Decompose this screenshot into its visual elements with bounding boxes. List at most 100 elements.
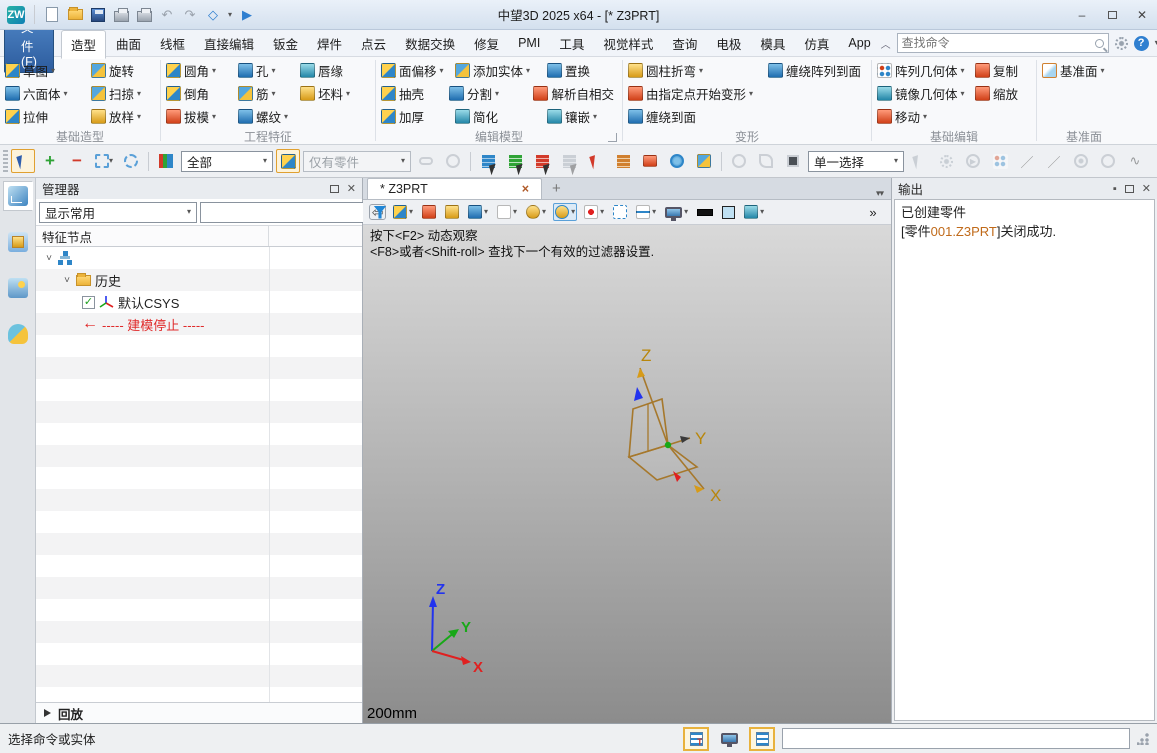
line2-snap-button[interactable]: ／ <box>1042 149 1066 173</box>
scope-toggle-button[interactable] <box>276 149 300 173</box>
deform-from-point-button[interactable]: 由指定点开始变形 ▾ <box>626 84 766 103</box>
column-feature-node[interactable]: 特征节点 <box>36 226 269 246</box>
manager-tab-button[interactable] <box>2 181 33 211</box>
default-csys-graphic[interactable]: Z Y X <box>593 345 773 530</box>
pointer-ghost-button[interactable] <box>907 149 931 173</box>
pointer-red-button[interactable] <box>584 149 608 173</box>
display-mode-button[interactable]: ▾ <box>663 205 690 221</box>
gear-icon[interactable] <box>1114 36 1128 50</box>
batch-print-button[interactable] <box>136 7 152 23</box>
tree-csys-row[interactable]: ✓ 默认CSYS <box>36 291 362 313</box>
bulb-filter-button[interactable] <box>441 149 465 173</box>
stock-button[interactable]: 坯料 ▾ <box>298 84 352 103</box>
run-button[interactable]: ▶ <box>239 7 255 23</box>
zoom-region-button[interactable]: ▾ <box>553 203 578 221</box>
tab-repair[interactable]: 修复 <box>465 30 508 57</box>
lasso-select-button[interactable] <box>119 149 143 173</box>
lip-button[interactable]: 唇缘 <box>298 61 348 80</box>
shell-button[interactable]: 抽壳 <box>379 84 447 103</box>
highlight-color-button[interactable] <box>720 204 737 221</box>
resolve-self-intersection-button[interactable]: 解析自相交 <box>531 84 619 103</box>
minimize-button[interactable]: – <box>1067 5 1097 25</box>
output-restore-button[interactable] <box>1124 184 1134 193</box>
pick-add-list-button[interactable] <box>503 149 530 176</box>
tree-history-row[interactable]: ˅ 历史 <box>36 269 362 291</box>
simplify-button[interactable]: 简化 <box>453 107 545 126</box>
new-file-button[interactable] <box>44 7 60 23</box>
pan-target-button[interactable]: ▾ <box>582 203 606 221</box>
tab-shape[interactable]: 造型 <box>60 29 106 59</box>
section-view-button[interactable]: ▾ <box>524 203 548 221</box>
prompt-toggle-button[interactable] <box>683 726 709 751</box>
tab-weldment[interactable]: 焊件 <box>308 30 351 57</box>
divide-button[interactable]: 分割 ▾ <box>447 84 531 103</box>
erase-button[interactable] <box>420 203 438 221</box>
tab-tools[interactable]: 工具 <box>550 30 593 57</box>
tab-app[interactable]: App <box>839 32 879 54</box>
tab-list-dropdown-icon[interactable]: ▾▾ <box>868 188 891 199</box>
assembly-tool-button[interactable] <box>692 149 716 173</box>
tab-visual-style[interactable]: 视觉样式 <box>594 30 662 57</box>
rib-button[interactable]: 筋 ▾ <box>236 84 298 103</box>
revolve-button[interactable]: 旋转 <box>89 61 139 80</box>
restore-button[interactable] <box>1097 5 1127 25</box>
scale-button[interactable]: 缩放 <box>973 84 1023 103</box>
sketch-button[interactable]: 草图 ▾ <box>3 61 89 80</box>
output-log[interactable]: 已创建零件 [零件001.Z3PRT]关闭成功. <box>894 199 1155 721</box>
pick-tool-button[interactable] <box>11 149 35 173</box>
tree-stop-row[interactable]: ← ----- 建模停止 ----- <box>36 313 362 335</box>
tab-point-cloud[interactable]: 点云 <box>352 30 395 57</box>
datum-button[interactable] <box>443 203 461 221</box>
curve-pick-button[interactable] <box>754 149 778 173</box>
spline2-snap-button[interactable]: ∿ <box>1150 149 1157 173</box>
web-resource-button[interactable] <box>665 149 689 173</box>
window-view-button[interactable] <box>611 203 629 221</box>
command-search-box[interactable] <box>896 33 1109 53</box>
caret-down-icon[interactable]: ˅ <box>62 275 72 286</box>
fillet-button[interactable]: 圆角 ▾ <box>164 61 236 80</box>
wireframe-display-button[interactable]: ▾ <box>495 203 519 221</box>
output-close-button[interactable]: ✕ <box>1142 182 1151 195</box>
gear-filter-button[interactable] <box>934 149 958 173</box>
scope-combo[interactable]: 仅有零件 ▾ <box>303 150 411 172</box>
visual-manager-tab-button[interactable] <box>3 227 33 257</box>
circle-center-snap-button[interactable] <box>1069 149 1093 173</box>
folder-manager-button[interactable] <box>638 149 662 173</box>
face-offset-button[interactable]: 面偏移 ▾ <box>379 61 453 80</box>
spline-snap-button[interactable]: ∿ <box>1123 149 1147 173</box>
help-icon[interactable]: ? <box>1133 35 1149 51</box>
role-manager-tab-button[interactable] <box>3 319 33 349</box>
shaded-display-button[interactable]: ▾ <box>466 203 490 221</box>
tab-inquire[interactable]: 查询 <box>663 30 706 57</box>
link-filter-button[interactable] <box>414 149 438 173</box>
output-pin-button[interactable]: ▪ <box>1113 183 1117 195</box>
tree-filter-input[interactable] <box>200 201 365 223</box>
pick-list-button[interactable] <box>476 149 503 176</box>
inlay-button[interactable]: 镶嵌 ▾ <box>545 107 599 126</box>
qat-dropdown-icon[interactable]: ▾ <box>228 10 232 19</box>
plane-pick-button[interactable] <box>781 149 805 173</box>
box-button[interactable]: 六面体 ▾ <box>3 84 89 103</box>
wrap-pattern-to-face-button[interactable]: 缠绕阵列到面 <box>766 61 866 80</box>
status-input-field[interactable] <box>782 728 1130 749</box>
play-filter-button[interactable]: ▶ <box>961 149 985 173</box>
tab-wireframe[interactable]: 线框 <box>151 30 194 57</box>
save-button[interactable] <box>90 7 106 23</box>
cylindrical-bend-button[interactable]: 圆柱折弯 ▾ <box>626 61 766 80</box>
display-toggle-button[interactable] <box>716 727 742 751</box>
command-search-input[interactable] <box>901 36 1095 50</box>
graphics-canvas[interactable]: 按下<F2> 动态观察 <F8>或者<Shift-roll> 查找下一个有效的过… <box>363 225 891 723</box>
draft-button[interactable]: 拔模 ▾ <box>164 107 236 126</box>
mirror-geometry-button[interactable]: 镜像几何体 ▾ <box>875 84 973 103</box>
face-display-button[interactable]: ▾ <box>742 203 766 221</box>
search-icon[interactable] <box>1094 38 1104 48</box>
close-button[interactable]: ✕ <box>1127 5 1157 25</box>
extrude-button[interactable]: 拉伸 <box>3 107 89 126</box>
move-button[interactable]: 移动 ▾ <box>875 107 973 126</box>
tab-mold[interactable]: 模具 <box>751 30 794 57</box>
thicken-button[interactable]: 加厚 <box>379 107 453 126</box>
tab-direct-edit[interactable]: 直接编辑 <box>195 30 263 57</box>
background-color-button[interactable] <box>695 207 715 218</box>
replay-bar[interactable]: 回放 <box>36 702 362 723</box>
chamfer-button[interactable]: 倒角 <box>164 84 236 103</box>
